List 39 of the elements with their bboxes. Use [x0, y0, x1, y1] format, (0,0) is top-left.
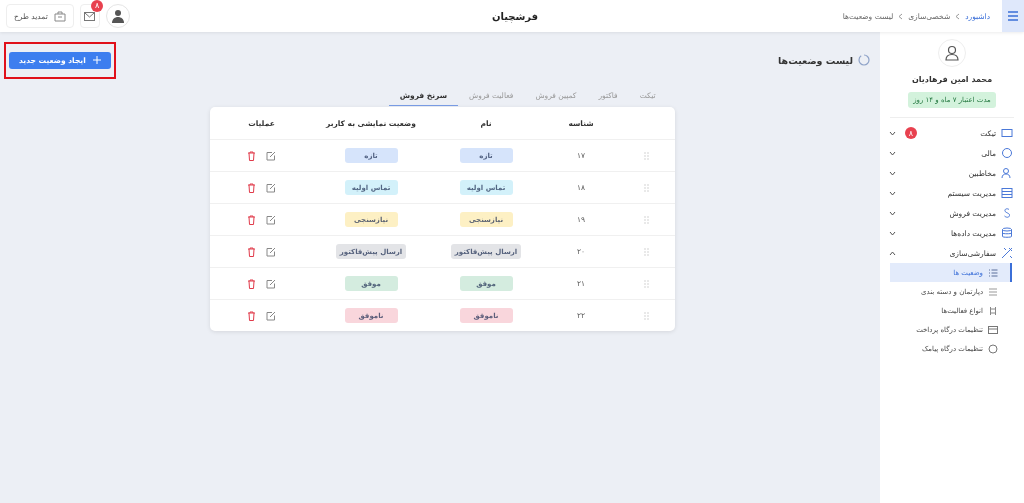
page-title: لیست وضعیت‌ها — [778, 54, 853, 66]
delete-icon[interactable] — [247, 182, 256, 193]
brand-title: فرشچیان — [491, 10, 539, 22]
plus-icon — [92, 56, 101, 64]
edit-icon[interactable] — [266, 278, 276, 289]
submenu-icon — [988, 305, 998, 316]
mail-icon — [84, 11, 96, 21]
delete-icon[interactable] — [247, 310, 256, 321]
edit-icon[interactable] — [266, 150, 276, 161]
submenu-icon — [988, 343, 998, 354]
avatar-button[interactable] — [105, 4, 130, 28]
edit-icon[interactable] — [266, 182, 276, 193]
submenu-icon — [988, 324, 998, 335]
delete-icon[interactable] — [247, 150, 256, 161]
edit-icon[interactable] — [266, 214, 276, 225]
count-badge: ۸ — [905, 127, 917, 139]
menu-item-icon — [1001, 247, 1013, 259]
delete-icon[interactable] — [247, 278, 256, 289]
menu-item-icon — [1001, 127, 1013, 139]
submenu-icon — [988, 267, 998, 278]
menu-button[interactable] — [1002, 0, 1024, 32]
chevron-icon — [898, 12, 904, 20]
user-icon — [110, 9, 125, 23]
menu-item-icon — [1001, 167, 1013, 179]
edit-icon[interactable] — [266, 310, 276, 321]
notification-badge: ۸ — [90, 0, 103, 12]
delete-icon[interactable] — [247, 246, 256, 257]
menu-icon — [1007, 11, 1019, 21]
chevron-icon — [955, 12, 961, 20]
edit-icon[interactable] — [266, 246, 276, 257]
menu-item-icon — [1001, 147, 1013, 159]
menu-item-icon — [1001, 227, 1013, 239]
menu-item-icon — [1001, 207, 1013, 219]
menu-item-icon — [1001, 187, 1013, 199]
delete-icon[interactable] — [247, 214, 256, 225]
spinner-icon — [858, 54, 870, 66]
box-icon — [53, 10, 66, 22]
user-name: محمد امین فرهادیان — [911, 75, 993, 84]
submenu-icon — [988, 286, 998, 297]
